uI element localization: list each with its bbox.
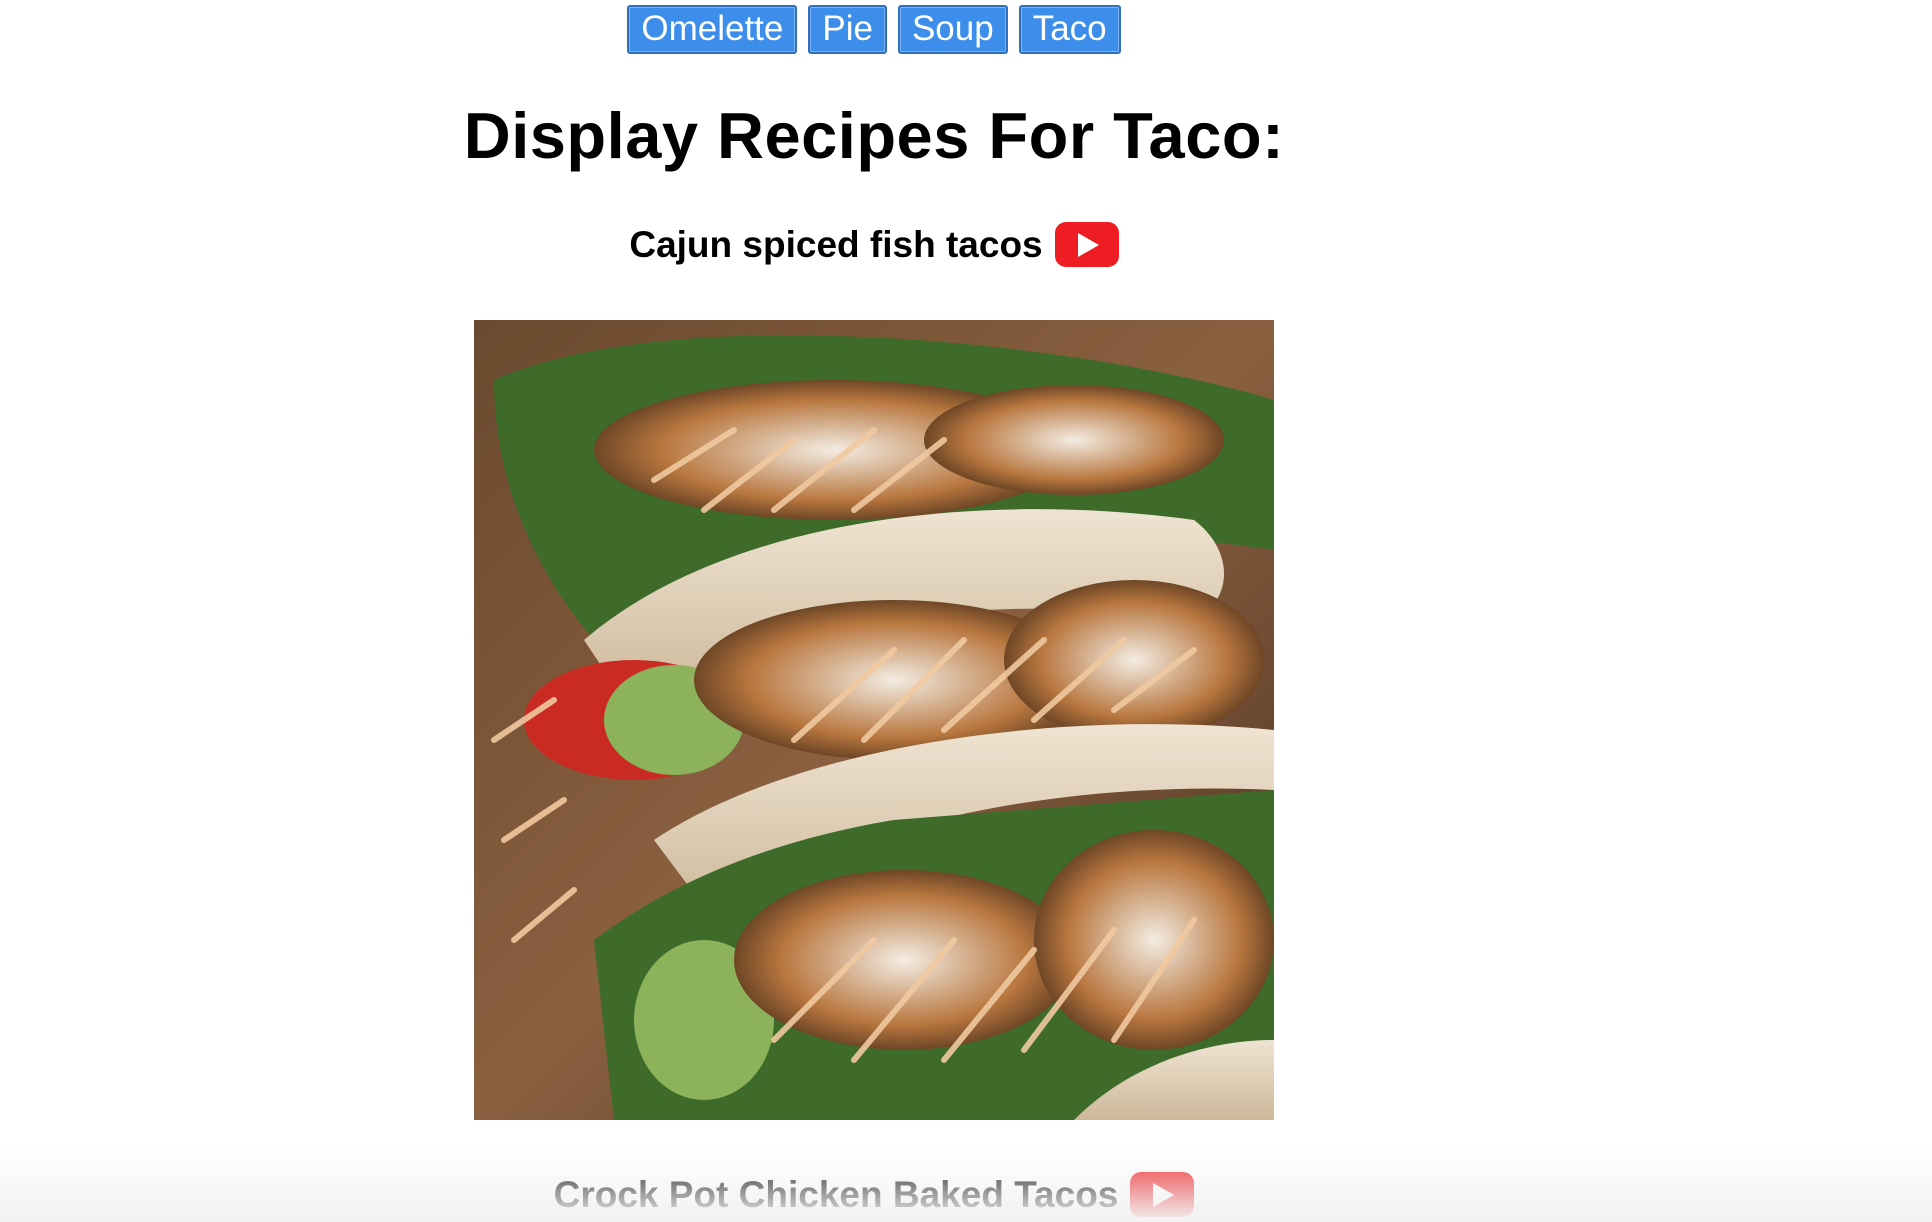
recipe-title: Crock Pot Chicken Baked Tacos	[553, 1173, 1119, 1215]
recipe-title: Cajun spiced fish tacos	[629, 223, 1043, 265]
page-title: Display Recipes For Taco:	[463, 99, 1285, 172]
recipe-heading: Cajun spiced fish tacos	[0, 222, 1748, 267]
youtube-play-icon[interactable]	[1054, 222, 1119, 267]
omelette-button[interactable]: Omelette	[627, 5, 798, 54]
recipe-image	[474, 320, 1274, 1120]
fish-tacos-photo	[474, 320, 1274, 1120]
recipe-page: Omelette Pie Soup Taco Display Recipes F…	[0, 0, 1932, 1222]
taco-button[interactable]: Taco	[1018, 5, 1121, 54]
category-nav: Omelette Pie Soup Taco	[0, 5, 1748, 54]
soup-button[interactable]: Soup	[897, 5, 1008, 54]
recipe-heading: Crock Pot Chicken Baked Tacos	[0, 1172, 1748, 1217]
pie-button[interactable]: Pie	[808, 5, 887, 54]
youtube-play-icon[interactable]	[1130, 1172, 1195, 1217]
